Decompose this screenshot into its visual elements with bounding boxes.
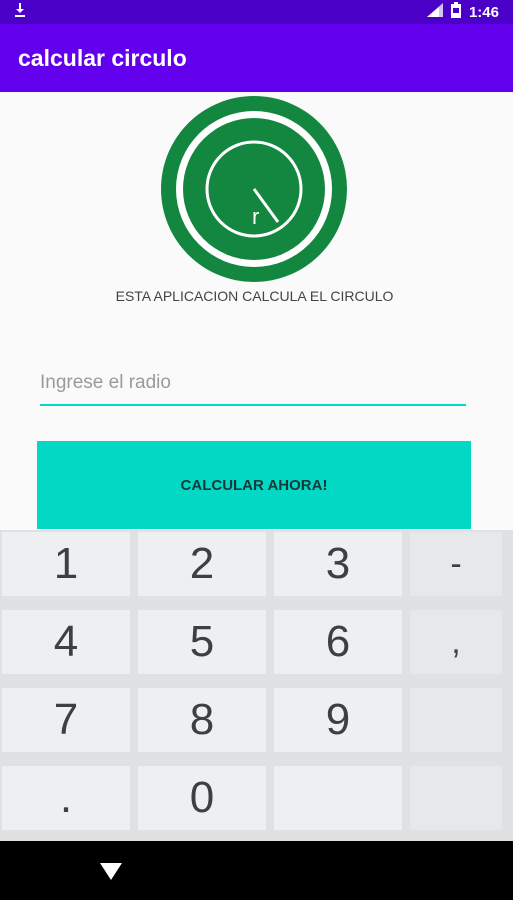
key-blank-right[interactable] bbox=[410, 688, 502, 752]
key-2[interactable]: 2 bbox=[138, 532, 266, 596]
navigation-bar bbox=[0, 841, 513, 900]
key-1[interactable]: 1 bbox=[2, 532, 130, 596]
battery-icon bbox=[450, 2, 461, 22]
signal-icon bbox=[426, 3, 443, 21]
circle-radius-logo: r bbox=[161, 96, 347, 282]
numeric-keyboard: 1 2 3 - 4 5 6 , 7 8 9 . 0 bbox=[0, 530, 513, 841]
key-6[interactable]: 6 bbox=[274, 610, 402, 674]
key-3[interactable]: 3 bbox=[274, 532, 402, 596]
key-7[interactable]: 7 bbox=[2, 688, 130, 752]
app-description: ESTA APLICACION CALCULA EL CIRCULO bbox=[115, 288, 394, 304]
clock: 1:46 bbox=[468, 3, 499, 21]
radius-input[interactable] bbox=[40, 362, 466, 406]
calculate-button[interactable]: CALCULAR AHORA! bbox=[37, 441, 471, 529]
app-bar: calcular circulo bbox=[0, 24, 513, 92]
key-0[interactable]: 0 bbox=[138, 766, 266, 830]
app-title: calcular circulo bbox=[18, 45, 187, 71]
status-bar: 1:46 bbox=[0, 0, 513, 24]
key-blank-corner[interactable] bbox=[410, 766, 502, 830]
key-period[interactable]: . bbox=[2, 766, 130, 830]
key-minus[interactable]: - bbox=[410, 532, 502, 596]
main-content: r ESTA APLICACION CALCULA EL CIRCULO CAL… bbox=[0, 92, 513, 532]
chevron-down-icon[interactable] bbox=[98, 860, 124, 882]
key-8[interactable]: 8 bbox=[138, 688, 266, 752]
svg-text:r: r bbox=[252, 204, 259, 229]
key-4[interactable]: 4 bbox=[2, 610, 130, 674]
key-blank-bottom[interactable] bbox=[274, 766, 402, 830]
status-indicators: 1:46 bbox=[426, 2, 499, 22]
download-icon bbox=[14, 2, 26, 18]
key-9[interactable]: 9 bbox=[274, 688, 402, 752]
key-comma[interactable]: , bbox=[410, 610, 502, 674]
key-5[interactable]: 5 bbox=[138, 610, 266, 674]
